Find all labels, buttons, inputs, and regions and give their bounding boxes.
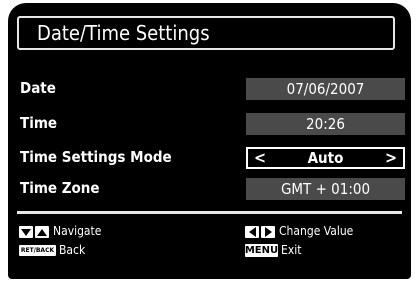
menu-key-icon: MENU <box>245 244 278 257</box>
time-label: Time <box>20 114 58 132</box>
back-hint: Back <box>59 243 86 257</box>
menu-key-label: MENU <box>244 245 279 256</box>
navigate-hint: Navigate <box>53 224 102 238</box>
time-settings-mode-label: Time Settings Mode <box>20 148 172 166</box>
page-title: Date/Time Settings <box>17 16 395 50</box>
time-zone-value[interactable]: GMT + 01:00 <box>246 178 405 200</box>
arrow-right-key-icon <box>261 226 275 238</box>
divider <box>17 211 402 214</box>
ret-back-key-icon: RET/BACK <box>19 245 56 256</box>
change-value-hint: Change Value <box>279 224 354 238</box>
time-zone-label: Time Zone <box>20 179 100 197</box>
page-title-text: Date/Time Settings <box>37 21 210 45</box>
date-label: Date <box>20 79 56 97</box>
arrow-up-key-icon <box>35 226 49 238</box>
arrow-down-key-icon <box>19 226 33 238</box>
ret-back-key-label: RET/BACK <box>20 247 55 254</box>
menu-screen: Date/Time Settings Date 07/06/2007 Time … <box>8 3 411 279</box>
time-settings-mode-selector[interactable]: < Auto > <box>246 147 405 169</box>
chevron-right-icon[interactable]: > <box>385 149 397 167</box>
time-settings-mode-value: Auto <box>307 149 344 167</box>
date-value[interactable]: 07/06/2007 <box>246 78 405 100</box>
arrow-left-key-icon <box>245 226 259 238</box>
chevron-left-icon[interactable]: < <box>254 149 266 167</box>
exit-hint: Exit <box>281 243 302 257</box>
time-value[interactable]: 20:26 <box>246 113 405 135</box>
